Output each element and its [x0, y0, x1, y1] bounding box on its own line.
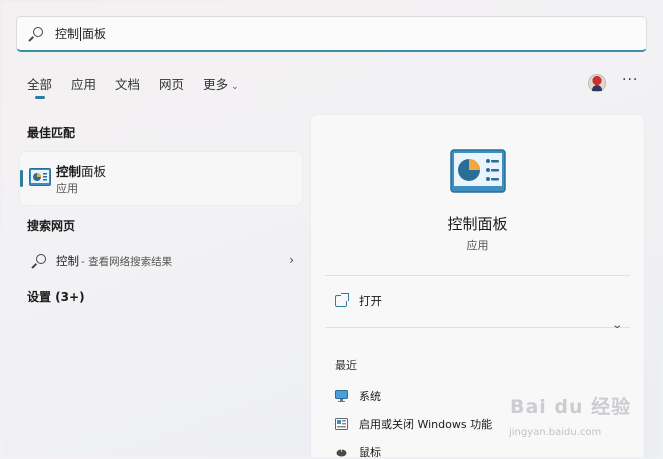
search-icon [28, 26, 43, 41]
recent-item-label: 系统 [359, 390, 381, 403]
baidu-watermark-url: jingyan.baidu.com [509, 427, 602, 438]
filter-tabs: 全部 应用 文档 网页 更多 ⌄ [27, 74, 258, 99]
start-search-window: 控制 面板 全部 应用 文档 网页 更多 ⌄ ··· 最佳匹配 控制面板 应用 搜索… [2, 2, 661, 457]
control-panel-icon [450, 149, 506, 193]
search-icon [31, 254, 46, 269]
open-external-icon [335, 293, 349, 307]
best-match-heading: 最佳匹配 [27, 126, 76, 140]
divider [325, 275, 630, 276]
web-search-result[interactable]: 控制 - 查看网络搜索结果 › [31, 252, 294, 270]
user-avatar[interactable] [588, 74, 606, 92]
windows-features-icon [335, 418, 348, 430]
selection-indicator [20, 170, 23, 187]
recent-item-windows-features[interactable]: 启用或关闭 Windows 功能 [335, 416, 492, 432]
tab-more-label: 更多 [203, 77, 229, 92]
preview-subtitle: 应用 [466, 239, 489, 252]
recent-item-label: 鼠标 [359, 446, 381, 457]
tab-documents[interactable]: 文档 [115, 74, 140, 93]
tab-apps[interactable]: 应用 [71, 74, 96, 93]
expand-chevron-icon[interactable]: ⌄ [611, 320, 623, 331]
best-match-name-bold: 控制 [56, 164, 82, 179]
search-box[interactable]: 控制 面板 [16, 16, 647, 52]
best-match-result[interactable]: 控制面板 应用 [20, 152, 302, 205]
chevron-right-icon: › [289, 253, 294, 267]
control-panel-icon [29, 168, 51, 186]
recent-item-system[interactable]: 系统 [335, 388, 381, 404]
text-cursor [80, 26, 82, 41]
search-input[interactable]: 控制 面板 [55, 25, 106, 42]
tab-web[interactable]: 网页 [159, 74, 184, 93]
mouse-icon [336, 449, 347, 457]
recent-item-label: 启用或关闭 Windows 功能 [359, 418, 493, 431]
open-label: 打开 [359, 294, 382, 308]
settings-heading[interactable]: 设置 (3+) [27, 288, 85, 305]
more-options-icon[interactable]: ··· [622, 72, 638, 88]
search-web-heading: 搜索网页 [27, 219, 76, 233]
best-match-name: 控制面板 [56, 161, 106, 180]
open-action[interactable]: 打开 [335, 293, 382, 309]
web-query: 控制 [56, 254, 79, 268]
search-suggested-text: 面板 [82, 27, 107, 41]
recent-heading: 最近 [335, 359, 357, 372]
preview-title: 控制面板 [447, 215, 508, 233]
best-match-name-rest: 面板 [81, 164, 107, 179]
web-hint: - 查看网络搜索结果 [81, 255, 173, 268]
best-match-type: 应用 [56, 182, 78, 195]
search-typed-text: 控制 [55, 27, 80, 41]
recent-item-mouse[interactable]: 鼠标 [335, 444, 381, 457]
tab-more[interactable]: 更多 ⌄ [203, 74, 239, 93]
tab-all[interactable]: 全部 [27, 74, 52, 99]
baidu-watermark: Bai du 经验 [510, 396, 632, 418]
divider [325, 327, 630, 328]
chevron-down-icon: ⌄ [231, 82, 239, 92]
monitor-icon [335, 390, 348, 402]
